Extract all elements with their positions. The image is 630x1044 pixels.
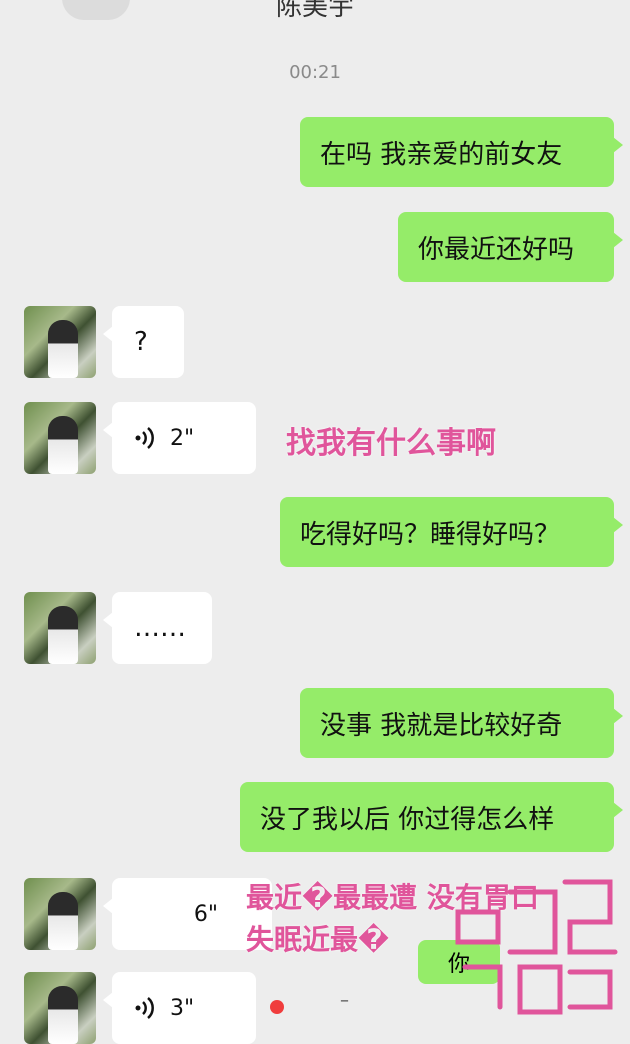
voice-duration: 2" bbox=[170, 425, 195, 451]
voice-duration: 3" bbox=[170, 995, 195, 1021]
voice-caption: 失眠近最� bbox=[246, 923, 390, 956]
contact-avatar[interactable] bbox=[24, 878, 96, 950]
caption-scribble-overlay bbox=[455, 879, 618, 1015]
received-message[interactable]: ? bbox=[103, 306, 184, 378]
message-text: 没了我以后 你过得怎么样 bbox=[260, 804, 555, 835]
sent-message[interactable]: 在吗 我亲爱的前女友 bbox=[300, 117, 623, 187]
message-timestamp: 00:21 bbox=[289, 62, 341, 83]
avatar-figure bbox=[48, 892, 78, 950]
sent-message[interactable]: 吃得好吗？睡得好吗？ bbox=[280, 497, 623, 567]
chat-title: 陈美宇 bbox=[275, 0, 354, 22]
avatar-figure bbox=[48, 606, 78, 664]
voice-caption: 找我有什么事啊 bbox=[286, 426, 496, 461]
message-text: 在吗 我亲爱的前女友 bbox=[320, 139, 563, 170]
sent-message[interactable]: 你最近还好吗 bbox=[398, 212, 623, 282]
recording-dot-icon bbox=[270, 1000, 284, 1014]
sent-message[interactable]: 没了我以后 你过得怎么样 bbox=[240, 782, 623, 852]
message-text: ? bbox=[134, 327, 148, 357]
contact-avatar[interactable] bbox=[24, 972, 96, 1044]
voice-wave-icon bbox=[135, 427, 154, 449]
contact-avatar[interactable] bbox=[24, 306, 96, 378]
message-text: 你最近还好吗 bbox=[418, 234, 575, 265]
contact-avatar[interactable] bbox=[24, 592, 96, 664]
received-message[interactable]: …… bbox=[103, 592, 212, 664]
voice-message[interactable]: 3" bbox=[103, 972, 256, 1044]
contact-avatar[interactable] bbox=[24, 402, 96, 474]
separator-dash: – bbox=[340, 990, 349, 1011]
message-text: 没事 我就是比较好奇 bbox=[320, 710, 563, 741]
voice-message[interactable]: 2" bbox=[103, 402, 256, 474]
avatar-figure bbox=[48, 986, 78, 1044]
message-text: 吃得好吗？睡得好吗？ bbox=[300, 519, 561, 550]
message-text: …… bbox=[134, 613, 186, 643]
sent-message[interactable]: 没事 我就是比较好奇 bbox=[300, 688, 623, 758]
avatar-figure bbox=[48, 416, 78, 474]
voice-duration: 6" bbox=[193, 901, 218, 927]
avatar-figure bbox=[48, 320, 78, 378]
chat-header: 陈美宇 bbox=[0, 0, 630, 22]
voice-wave-icon bbox=[135, 997, 154, 1019]
